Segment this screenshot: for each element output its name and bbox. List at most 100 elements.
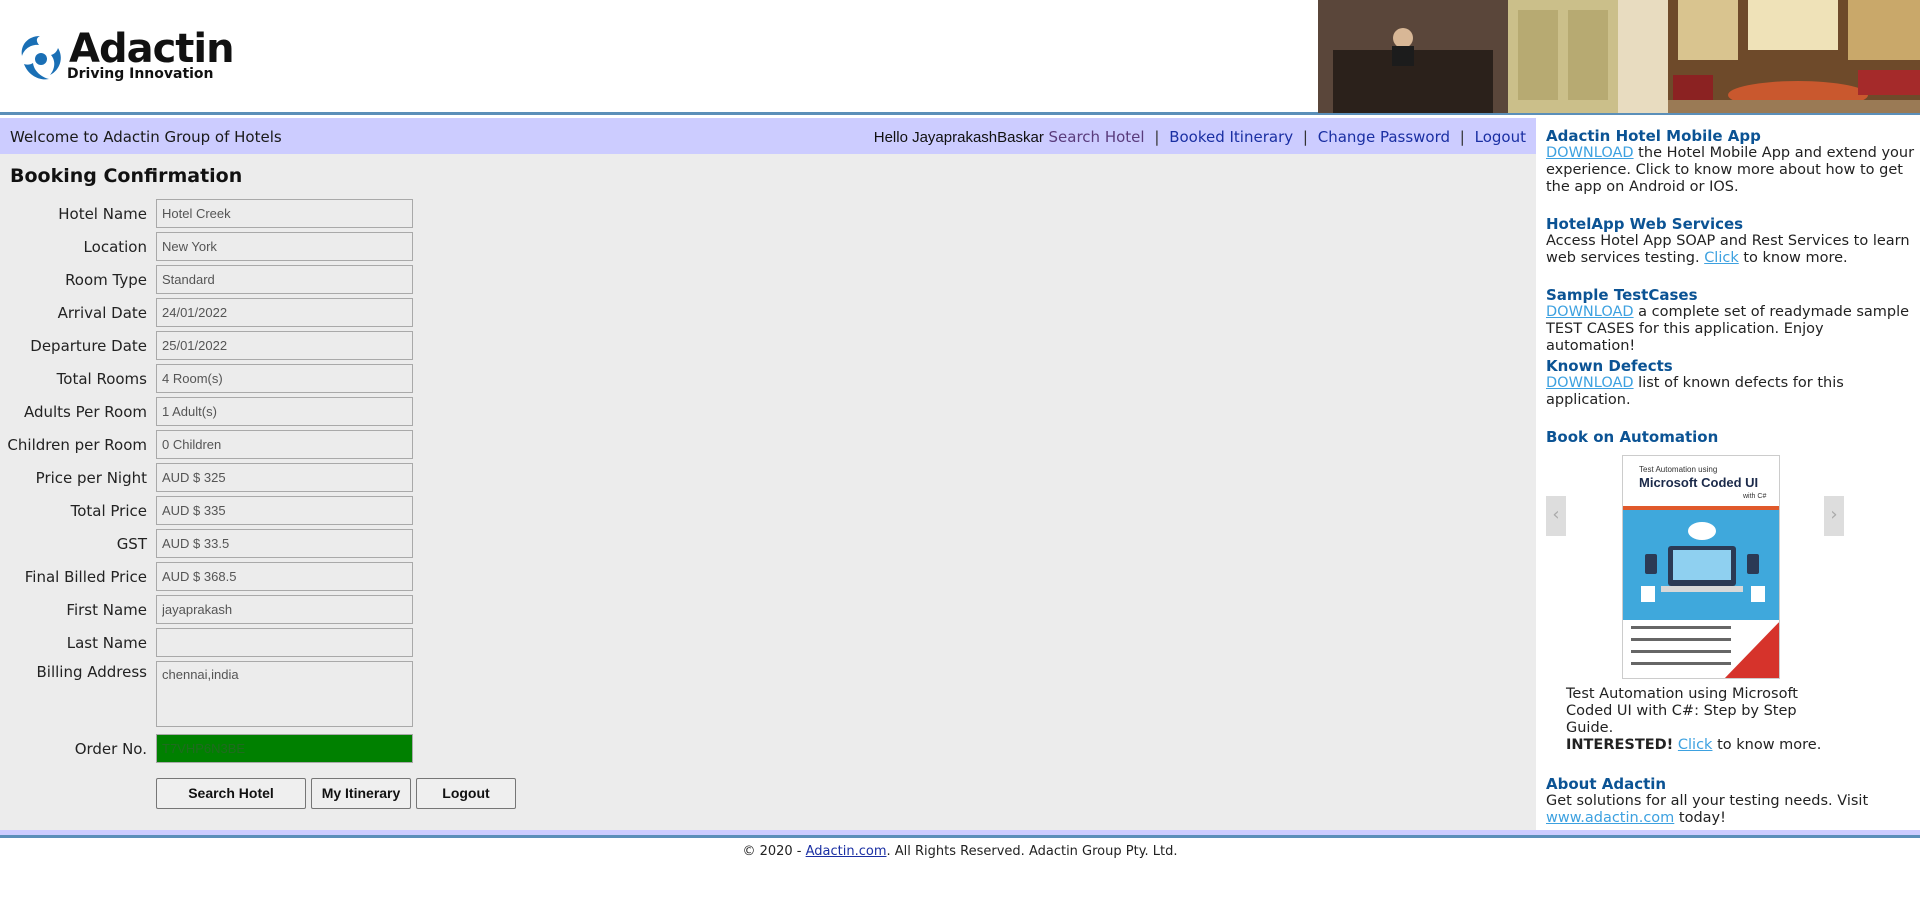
web-services-click-link[interactable]: Click [1704, 250, 1739, 266]
test-cases-text: DOWNLOAD a complete set of readymade sam… [1546, 304, 1916, 355]
book-know-more: to know more. [1712, 737, 1822, 753]
gst-row: GST [0, 529, 420, 559]
hotel-name-label: Hotel Name [58, 205, 147, 223]
page-title: Booking Confirmation [10, 165, 243, 187]
brand-tagline: Driving Innovation [67, 66, 214, 82]
nav-separator: | [1459, 128, 1465, 146]
welcome-bar: Welcome to Adactin Group of Hotels Hello… [0, 118, 1536, 154]
total-rooms-label: Total Rooms [56, 370, 147, 388]
price-per-night-field[interactable] [156, 463, 413, 492]
location-label: Location [83, 238, 147, 256]
mobile-app-download-link[interactable]: DOWNLOAD [1546, 145, 1634, 161]
book-cover-title: Microsoft Coded UI [1639, 475, 1758, 490]
book-caption: Test Automation using Microsoft Coded UI… [1566, 686, 1798, 736]
billing-address-row: Billing Address chennai,india [0, 661, 420, 731]
search-hotel-button[interactable]: Search Hotel [156, 778, 306, 809]
about-text: Get solutions for all your testing needs… [1546, 793, 1916, 827]
total-rooms-row: Total Rooms [0, 364, 420, 394]
room-type-label: Room Type [65, 271, 147, 289]
about-tail: today! [1674, 810, 1726, 826]
footer: © 2020 - Adactin.com. All Rights Reserve… [0, 844, 1920, 859]
logo-swirl-icon [21, 36, 61, 80]
arrival-date-row: Arrival Date [0, 298, 420, 328]
first-name-row: First Name [0, 595, 420, 625]
total-price-row: Total Price [0, 496, 420, 526]
adults-per-room-label: Adults Per Room [23, 403, 147, 421]
footer-bar [0, 830, 1920, 838]
total-rooms-field[interactable] [156, 364, 413, 393]
total-price-label: Total Price [70, 502, 147, 520]
arrival-date-field[interactable] [156, 298, 413, 327]
interested-label: INTERESTED! [1566, 737, 1674, 753]
book-cover-top: Test Automation using [1639, 465, 1717, 474]
nav-change-password-link[interactable]: Change Password [1318, 128, 1450, 146]
mobile-app-text: DOWNLOAD the Hotel Mobile App and extend… [1546, 145, 1916, 196]
test-cases-download-link[interactable]: DOWNLOAD [1546, 304, 1634, 320]
location-field[interactable] [156, 232, 413, 261]
web-services-text: Access Hotel App SOAP and Rest Services … [1546, 233, 1916, 267]
book-cover-sub: with C# [1742, 493, 1766, 500]
logout-button[interactable]: Logout [416, 778, 516, 809]
final-billed-price-label: Final Billed Price [24, 568, 147, 586]
total-price-field[interactable] [156, 496, 413, 525]
my-itinerary-button[interactable]: My Itinerary [311, 778, 411, 809]
nav-logout-link[interactable]: Logout [1475, 128, 1526, 146]
first-name-field[interactable] [156, 595, 413, 624]
test-cases-title: Sample TestCases [1546, 286, 1698, 304]
chevron-right-icon: › [1830, 504, 1838, 525]
adults-per-room-row: Adults Per Room [0, 397, 420, 427]
location-row: Location [0, 232, 420, 262]
web-services-tail: to know more. [1738, 250, 1848, 266]
order-no-field[interactable] [156, 734, 413, 763]
copyright-suffix: . All Rights Reserved. Adactin Group Pty… [886, 844, 1178, 859]
right-sidebar: Adactin Hotel Mobile App DOWNLOAD the Ho… [1536, 118, 1920, 830]
order-no-label: Order No. [74, 740, 147, 758]
adults-per-room-field[interactable] [156, 397, 413, 426]
header: Adactin Driving Innovation [0, 0, 1920, 115]
nav-separator: | [1154, 128, 1160, 146]
first-name-label: First Name [66, 601, 147, 619]
final-billed-price-field[interactable] [156, 562, 413, 591]
about-adactin-link[interactable]: www.adactin.com [1546, 810, 1674, 826]
footer-adactin-link[interactable]: Adactin.com [806, 844, 887, 859]
top-navigation: Hello JayaprakashBaskaran Search Hotel |… [874, 128, 1526, 146]
about-title: About Adactin [1546, 775, 1667, 793]
departure-date-row: Departure Date [0, 331, 420, 361]
book-cover-image[interactable]: Test Automation using Microsoft Coded UI… [1622, 455, 1780, 679]
gst-field[interactable] [156, 529, 413, 558]
carousel-prev-button[interactable]: ‹ [1546, 496, 1566, 536]
children-per-room-label: Children per Room [7, 436, 147, 454]
book-interested-line: INTERESTED! Click to know more. [1566, 737, 1906, 754]
price-per-night-label: Price per Night [35, 469, 147, 487]
billing-address-field[interactable]: chennai,india [156, 661, 413, 727]
copyright-prefix: © 2020 - [742, 844, 806, 859]
book-title: Book on Automation [1546, 428, 1719, 446]
carousel-next-button[interactable]: › [1824, 496, 1844, 536]
known-defects-download-link[interactable]: DOWNLOAD [1546, 375, 1634, 391]
chevron-left-icon: ‹ [1552, 504, 1560, 525]
book-cover-art: Test Automation using Microsoft Coded UI… [1623, 456, 1779, 678]
room-type-field[interactable] [156, 265, 413, 294]
nav-booked-itinerary-link[interactable]: Booked Itinerary [1169, 128, 1293, 146]
hotel-name-field[interactable] [156, 199, 413, 228]
last-name-row: Last Name [0, 628, 420, 658]
adactin-logo[interactable]: Adactin Driving Innovation [14, 26, 235, 86]
welcome-message: Welcome to Adactin Group of Hotels [10, 128, 282, 146]
arrival-date-label: Arrival Date [57, 304, 147, 322]
main-content: Welcome to Adactin Group of Hotels Hello… [0, 118, 1536, 830]
departure-date-field[interactable] [156, 331, 413, 360]
price-per-night-row: Price per Night [0, 463, 420, 493]
web-services-title: HotelApp Web Services [1546, 215, 1744, 233]
about-description: Get solutions for all your testing needs… [1546, 793, 1869, 809]
known-defects-text: DOWNLOAD list of known defects for this … [1546, 375, 1916, 409]
departure-date-label: Departure Date [30, 337, 147, 355]
gst-label: GST [116, 535, 147, 553]
last-name-label: Last Name [66, 634, 147, 652]
book-click-link[interactable]: Click [1678, 737, 1713, 753]
nav-search-hotel-link[interactable]: Search Hotel [1049, 128, 1145, 146]
last-name-field[interactable] [156, 628, 413, 657]
final-billed-price-row: Final Billed Price [0, 562, 420, 592]
hotel-lobby-illustration [1318, 0, 1920, 113]
children-per-room-field[interactable] [156, 430, 413, 459]
order-no-row: Order No. [0, 734, 420, 764]
